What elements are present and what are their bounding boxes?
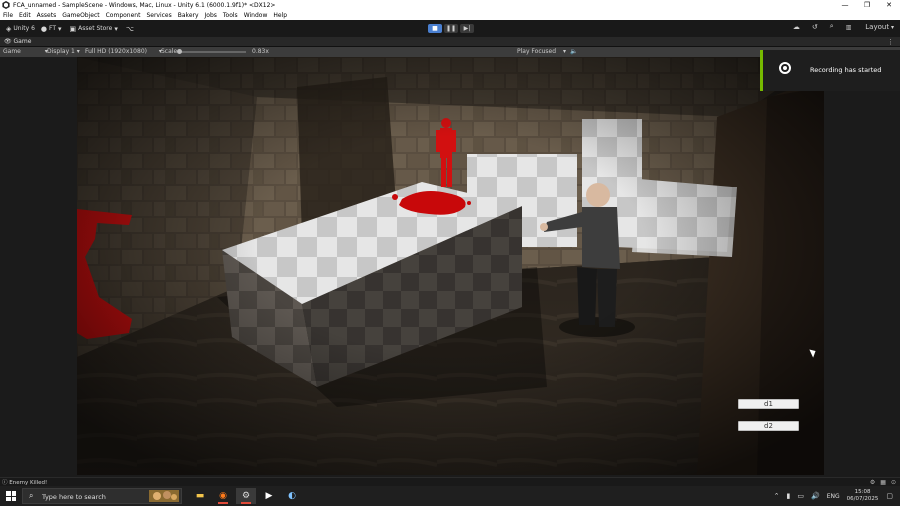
scale-slider-handle[interactable]	[177, 49, 182, 54]
pause-button[interactable]: ❚❚	[444, 24, 458, 33]
play-button[interactable]: ■	[428, 24, 442, 33]
microphone-icon[interactable]: ▮	[787, 492, 791, 500]
more-options-icon[interactable]: ⋮	[887, 38, 894, 46]
window-title: FCA_unnamed - SampleScene - Windows, Mac…	[13, 1, 276, 9]
windows-start-icon[interactable]	[6, 491, 16, 501]
record-icon	[779, 62, 791, 74]
notification-text: Recording has started	[810, 66, 882, 74]
notification-center-icon[interactable]: ▢	[886, 492, 893, 500]
unity-hub-icon[interactable]: ⚙	[236, 488, 256, 504]
step-icon: ▶|	[463, 25, 471, 32]
network-icon[interactable]: ▭	[797, 492, 804, 500]
taskbar-apps: ▬ ◉ ⚙ ▶ ◐	[190, 488, 305, 504]
menu-file[interactable]: File	[3, 12, 13, 19]
toolbar-right: ☁ ↺ ⌕ ▥ Layout ▾	[781, 22, 894, 31]
menu-help[interactable]: Help	[273, 12, 287, 19]
maximize-button[interactable]: ❐	[856, 0, 878, 10]
menu-bar: File Edit Assets GameObject Component Se…	[0, 10, 900, 20]
layout-dropdown[interactable]: ▥ Layout ▾	[846, 23, 894, 31]
display-label: Display 1	[47, 48, 75, 55]
step-button[interactable]: ▶|	[460, 24, 474, 33]
asset-store-dropdown[interactable]: ▣ Asset Store ▾	[70, 25, 120, 33]
recording-notification: Recording has started	[760, 50, 900, 91]
menu-edit[interactable]: Edit	[19, 12, 31, 19]
taskbar-clock[interactable]: 15:08 06/07/2025	[847, 489, 879, 503]
display-dropdown[interactable]: Display 1 ▾	[47, 48, 80, 55]
minimize-button[interactable]: —	[834, 0, 856, 10]
resolution-dropdown[interactable]: Full HD (1920x1080) ▾	[85, 48, 162, 55]
menu-component[interactable]: Component	[106, 12, 141, 19]
title-bar: FCA_unnamed - SampleScene - Windows, Mac…	[0, 0, 900, 10]
chevron-down-icon: ▾	[114, 24, 118, 33]
asset-store-label: Asset Store	[78, 25, 113, 32]
menu-window[interactable]: Window	[244, 12, 268, 19]
window-controls: — ❐ ✕	[834, 0, 900, 10]
paint-app-icon[interactable]: ◐	[282, 488, 302, 504]
media-player-icon[interactable]: ▶	[259, 488, 279, 504]
version-control-icon: ⌥	[125, 24, 134, 33]
user-icon: ●	[40, 24, 47, 33]
play-icon: ■	[432, 25, 438, 32]
play-mode-label: Play Focused	[517, 48, 557, 55]
windows-taskbar: ⌕ Type here to search ▬ ◉ ⚙ ▶ ◐ ⌃ ▮ ▭ 🔊 …	[0, 486, 900, 506]
chevron-up-icon[interactable]: ⌃	[774, 492, 780, 500]
game-mode-label: Game	[3, 48, 21, 55]
user-dropdown[interactable]: ● FT ▾	[41, 25, 64, 33]
account-dropdown[interactable]: ◈ Unity 6	[6, 25, 35, 33]
mute-audio-icon[interactable]: 🔈	[570, 48, 577, 55]
progress-icon[interactable]: ▦	[880, 479, 886, 486]
taskbar-search[interactable]: ⌕ Type here to search	[22, 488, 182, 504]
tab-game-label: Game	[13, 38, 32, 45]
game-scene-render	[77, 57, 824, 475]
version-control-button[interactable]: ⌥	[126, 25, 136, 33]
menu-services[interactable]: Services	[146, 12, 171, 19]
sync-icon[interactable]: ⊙	[891, 479, 896, 486]
cloud-icon[interactable]: ☁	[793, 23, 800, 31]
firefox-icon[interactable]: ◉	[213, 488, 233, 504]
clock-date: 06/07/2025	[846, 496, 879, 502]
bake-icon[interactable]: ⚙	[870, 479, 875, 486]
menu-tools[interactable]: Tools	[223, 12, 238, 19]
status-icons: ⚙ ▦ ⊙	[865, 479, 896, 486]
user-label: FT	[49, 25, 57, 32]
chevron-down-icon: ▾	[562, 48, 566, 55]
play-mode-dropdown[interactable]: Play Focused ▾	[517, 48, 566, 55]
clock-time: 15:08	[854, 489, 871, 495]
account-label: Unity 6	[13, 25, 35, 32]
d2-button[interactable]: d2	[738, 421, 799, 431]
scale-label: Scale	[161, 48, 178, 55]
language-indicator[interactable]: ENG	[827, 493, 840, 500]
search-icon[interactable]: ⌕	[830, 22, 834, 31]
tab-game[interactable]: 👁 Game	[4, 38, 31, 45]
chevron-down-icon: ▾	[58, 24, 62, 33]
search-placeholder: Type here to search	[42, 493, 106, 501]
system-tray: ⌃ ▮ ▭ 🔊 ENG 15:08 06/07/2025 ▢	[774, 486, 900, 506]
search-highlight-icon	[149, 490, 179, 502]
game-mode-dropdown[interactable]: Game ▾	[3, 48, 48, 55]
close-button[interactable]: ✕	[878, 0, 900, 10]
play-controls: ■ ❚❚ ▶|	[428, 24, 476, 33]
unity-cube-icon: ◈	[6, 24, 12, 33]
search-icon: ⌕	[29, 491, 34, 500]
menu-bakery[interactable]: Bakery	[178, 12, 199, 19]
volume-icon[interactable]: 🔊	[811, 492, 820, 500]
game-view[interactable]	[77, 57, 824, 475]
store-bag-icon: ▣	[69, 24, 77, 33]
history-icon[interactable]: ↺	[812, 23, 818, 31]
resolution-label: Full HD (1920x1080)	[85, 48, 147, 55]
scale-slider-track[interactable]	[180, 51, 246, 53]
file-explorer-icon[interactable]: ▬	[190, 488, 210, 504]
layout-label: Layout	[865, 22, 890, 31]
unity-logo-icon	[2, 1, 10, 9]
menu-jobs[interactable]: Jobs	[205, 12, 217, 19]
scale-value: 0.83x	[252, 48, 269, 55]
game-tab-header: 👁 Game ⋮	[0, 37, 900, 47]
console-message[interactable]: ⓘ Enemy Killed!	[2, 478, 47, 486]
d1-button[interactable]: d1	[738, 399, 799, 409]
status-bar: ⓘ Enemy Killed! ⚙ ▦ ⊙	[0, 477, 900, 486]
pause-icon: ❚❚	[445, 25, 457, 32]
menu-assets[interactable]: Assets	[37, 12, 57, 19]
menu-gameobject[interactable]: GameObject	[62, 12, 99, 19]
